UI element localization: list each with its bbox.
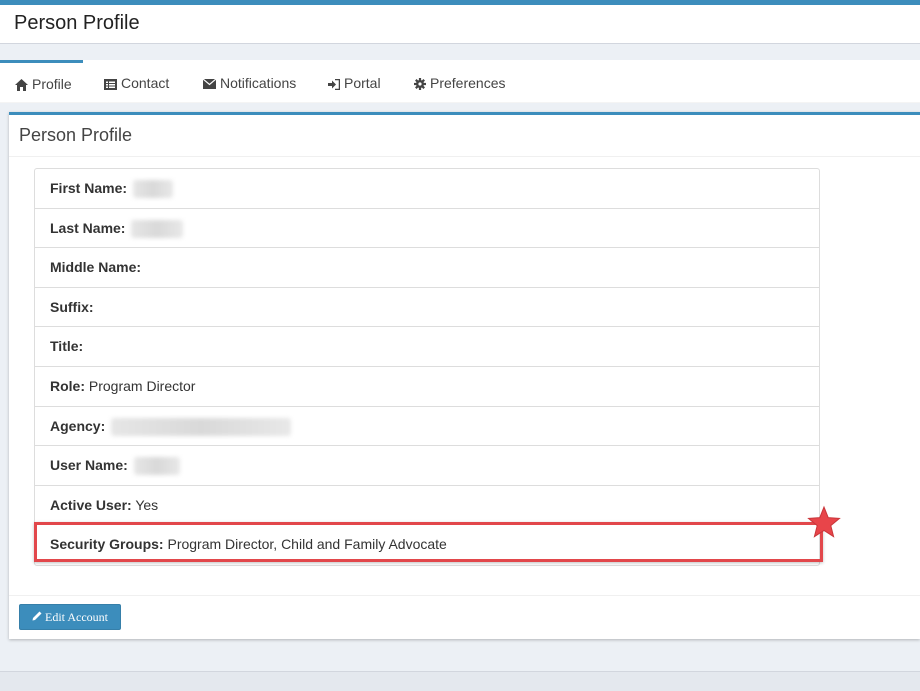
tab-contact[interactable]: Contact (104, 60, 169, 102)
field-value: Program Director, Child and Family Advoc… (167, 536, 447, 553)
tab-label: Profile (32, 76, 72, 92)
field-label: Suffix: (50, 298, 94, 315)
field-security-groups: Security Groups: Program Director, Child… (35, 525, 819, 565)
envelope-icon (203, 79, 216, 90)
field-value: Program Director (88, 377, 196, 394)
panel-title: Person Profile (19, 125, 133, 145)
tab-label: Notifications (220, 75, 297, 91)
bottom-bar (0, 671, 920, 691)
tab-notifications[interactable]: Notifications (203, 60, 296, 102)
field-active-user: Active User: Yes (35, 486, 819, 526)
field-first-name: First Name: (35, 169, 819, 209)
page-header: Person Profile (0, 0, 920, 44)
field-last-name: Last Name: (35, 209, 819, 249)
field-label: User Name: (50, 457, 128, 474)
panel-footer-divider (9, 595, 920, 596)
field-label: Security Groups: (50, 536, 164, 553)
tab-portal[interactable]: Portal (328, 60, 381, 102)
field-label: Role: (50, 377, 85, 394)
star-icon (807, 505, 841, 538)
gear-icon (414, 78, 426, 91)
field-label: Middle Name: (50, 259, 142, 276)
field-agency: Agency: (35, 407, 819, 447)
field-label: Agency: (50, 417, 106, 434)
address-card-icon (104, 78, 117, 90)
redacted-value (132, 180, 173, 199)
field-role: Role: Program Director (35, 367, 819, 407)
tab-label: Contact (121, 75, 170, 91)
profile-field-list: First Name: Last Name: Middle Name: Suff… (34, 168, 820, 566)
home-icon (15, 79, 28, 92)
tab-label: Preferences (430, 75, 506, 91)
redacted-value (131, 219, 184, 238)
person-profile-panel: Person Profile First Name: Last Name: Mi… (9, 112, 920, 639)
field-label: Title: (50, 338, 84, 355)
edit-account-label: Edit Account (45, 610, 108, 624)
field-middle-name: Middle Name: (35, 248, 819, 288)
field-label: First Name: (50, 180, 128, 196)
tabs-bar: Profile Contact Notifications Portal Pre… (0, 60, 920, 103)
field-value: Yes (135, 496, 159, 513)
redacted-value (111, 417, 292, 436)
field-title: Title: (35, 327, 819, 367)
field-label: Last Name: (50, 219, 126, 236)
field-user-name: User Name: (35, 446, 819, 486)
field-label: Active User: (50, 496, 132, 513)
edit-account-button[interactable]: Edit Account (19, 604, 121, 630)
field-suffix: Suffix: (35, 288, 819, 328)
redacted-value (133, 457, 180, 476)
page-title: Person Profile (14, 12, 140, 34)
panel-header-divider (9, 156, 920, 157)
tab-preferences[interactable]: Preferences (414, 60, 505, 102)
sign-in-icon (328, 78, 340, 90)
pencil-icon (32, 605, 42, 630)
tab-profile[interactable]: Profile (0, 60, 83, 102)
tab-label: Portal (344, 75, 381, 91)
